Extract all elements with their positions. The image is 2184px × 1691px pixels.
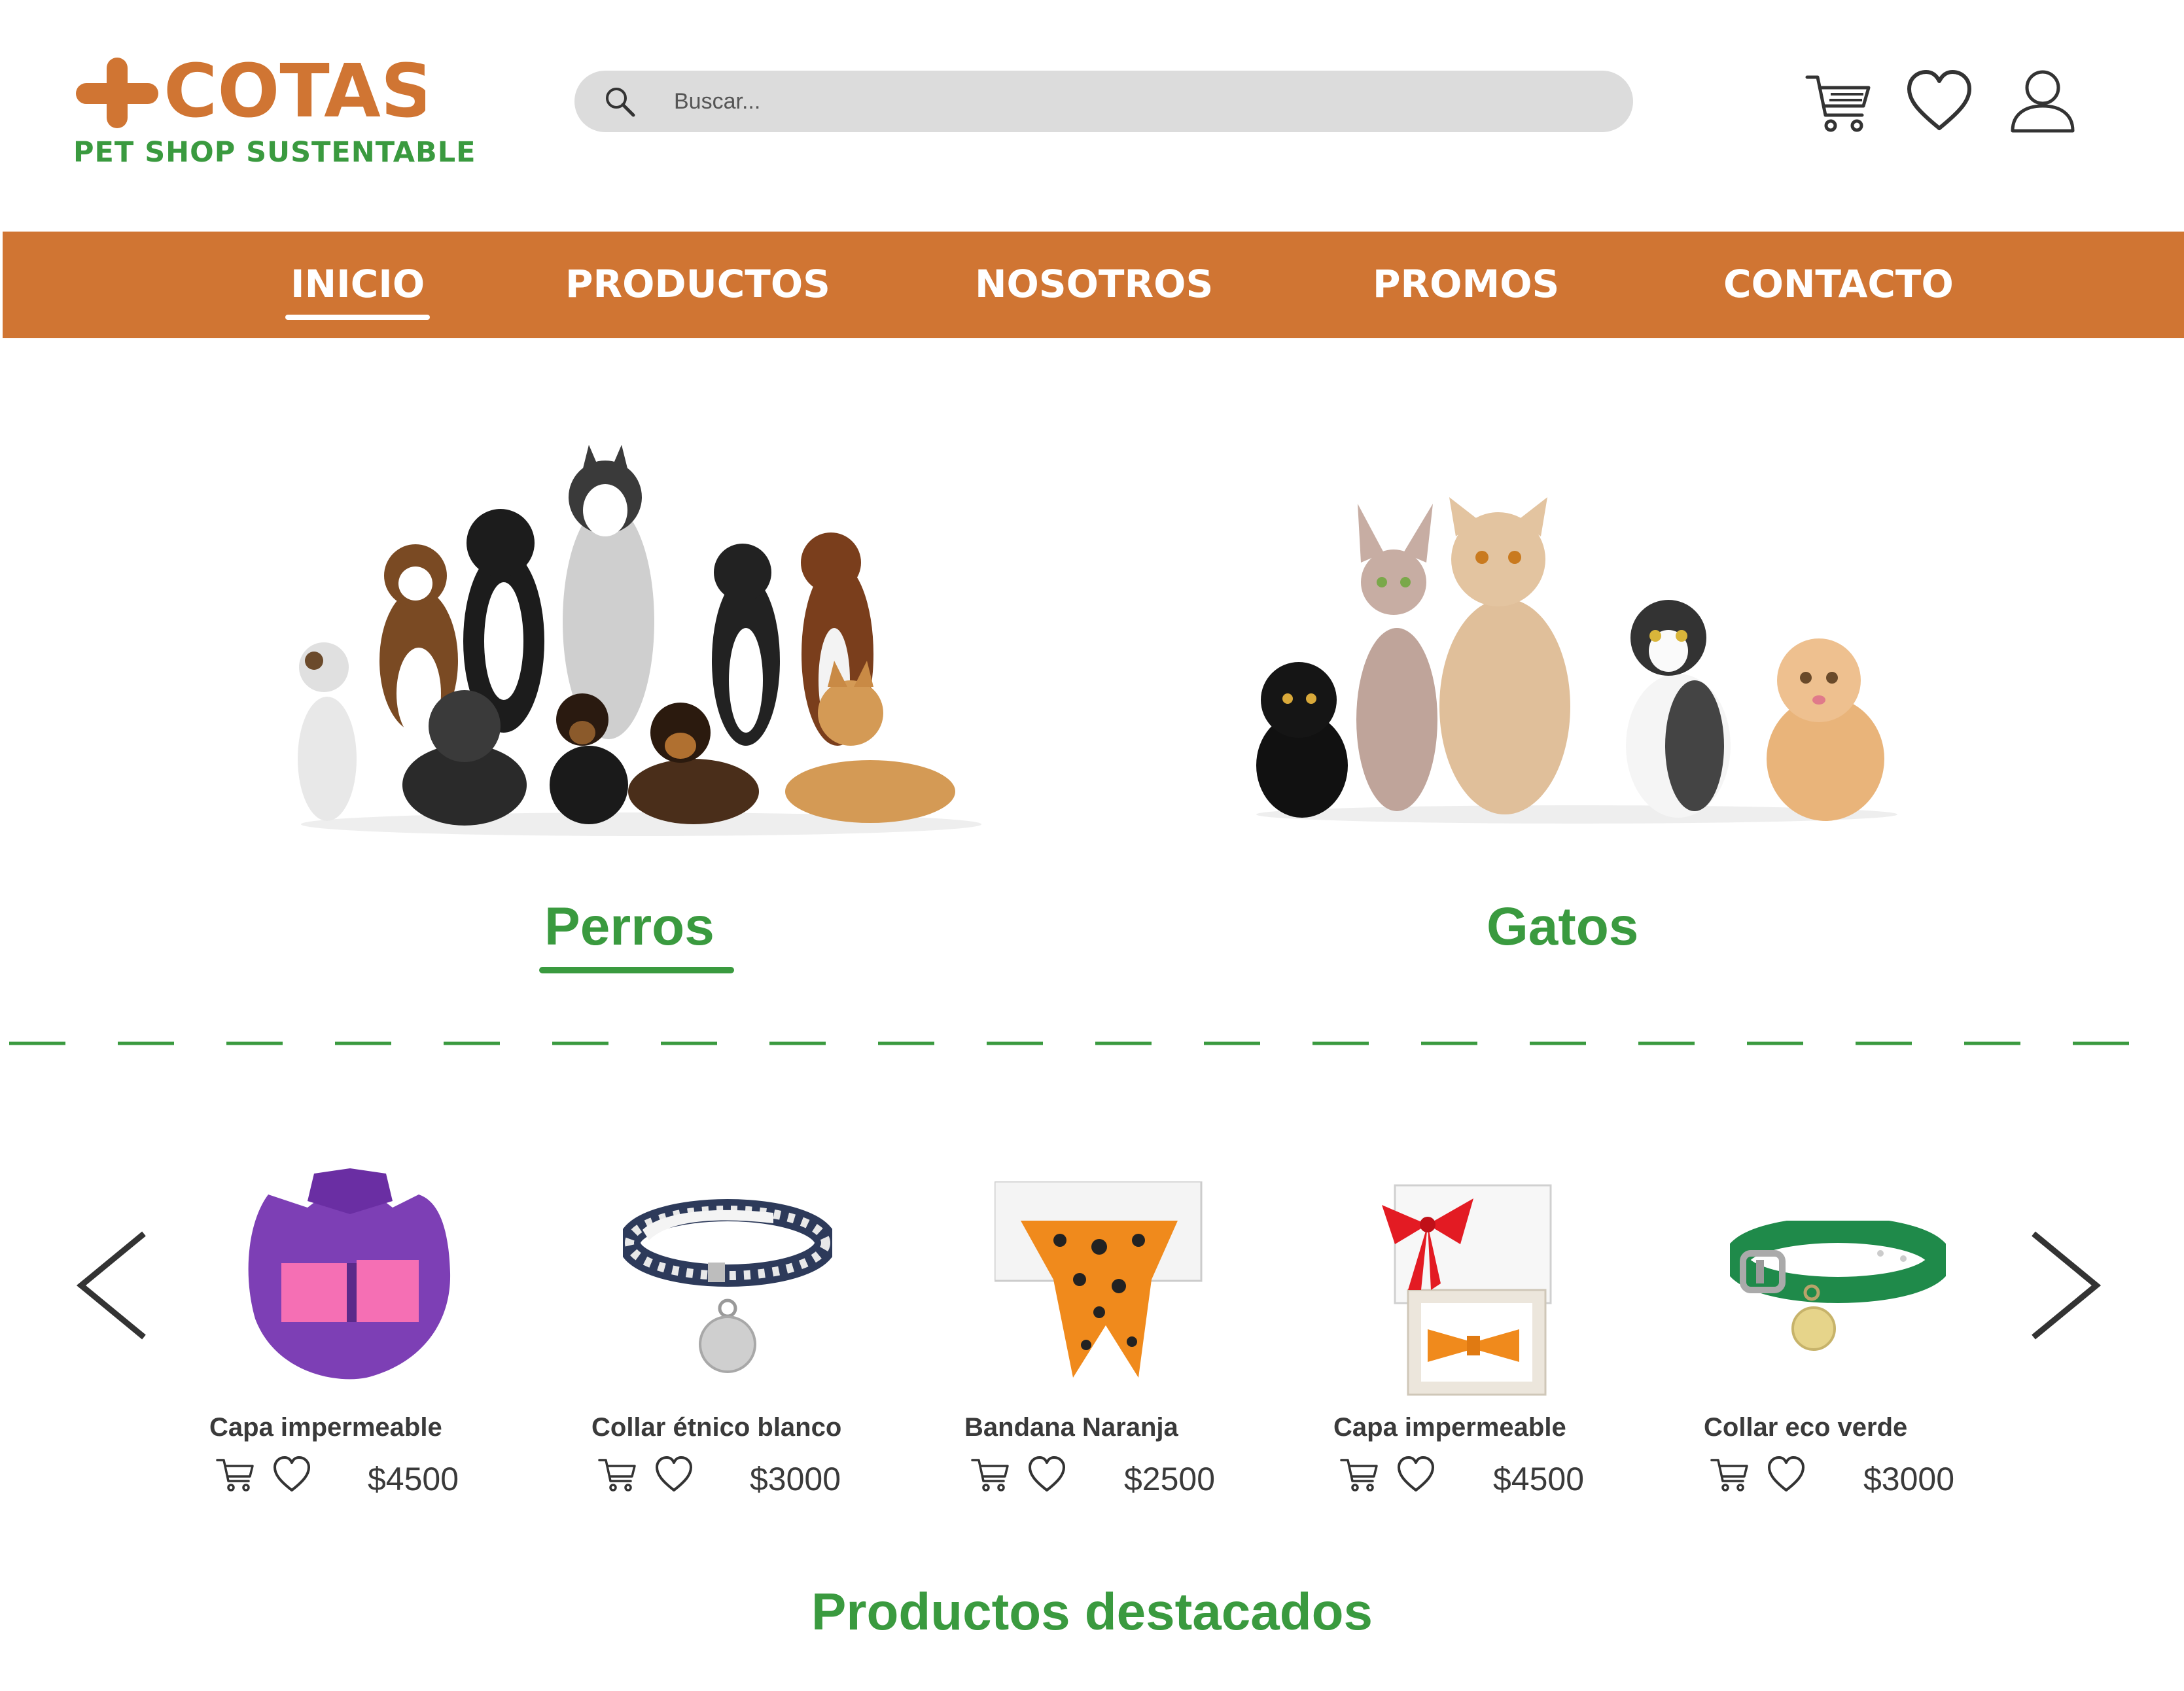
- add-to-favorites-icon[interactable]: [1027, 1455, 1066, 1494]
- plus-icon: [76, 58, 158, 128]
- section-divider: [9, 1041, 2175, 1045]
- main-nav: INICIO PRODUCTOS NOSOTROS PROMOS CONTACT…: [3, 232, 2184, 338]
- search-input[interactable]: [674, 71, 1590, 132]
- cats-group-image[interactable]: [1243, 484, 1911, 824]
- product-price: $2500: [1124, 1461, 1216, 1497]
- product-name[interactable]: Bandana Naranja: [964, 1413, 1178, 1442]
- cart-icon[interactable]: [1805, 68, 1873, 136]
- product-name[interactable]: Collar étnico blanco: [591, 1413, 841, 1442]
- product-image[interactable]: [623, 1197, 832, 1380]
- product-name[interactable]: Collar eco verde: [1704, 1413, 1907, 1442]
- add-to-favorites-icon[interactable]: [654, 1455, 694, 1494]
- heart-icon[interactable]: [1905, 68, 1973, 136]
- category-perros[interactable]: Perros: [544, 896, 714, 958]
- product-price: $3000: [750, 1461, 841, 1497]
- dogs-group-image[interactable]: [275, 445, 1008, 837]
- product-name[interactable]: Capa impermeable: [209, 1413, 442, 1442]
- add-to-favorites-icon[interactable]: [1396, 1455, 1435, 1494]
- add-to-cart-icon[interactable]: [216, 1455, 255, 1494]
- nav-item-promos[interactable]: PROMOS: [1373, 232, 1559, 338]
- logo-wordmark: COTAS: [164, 51, 425, 130]
- product-image[interactable]: [995, 1181, 1204, 1391]
- product-price: $3000: [1863, 1461, 1955, 1497]
- logo-mark: COTAS: [73, 51, 425, 130]
- add-to-cart-icon[interactable]: [1710, 1455, 1750, 1494]
- product-image[interactable]: [242, 1168, 458, 1391]
- product-name[interactable]: Capa impermeable: [1333, 1413, 1566, 1442]
- add-to-cart-icon[interactable]: [1340, 1455, 1379, 1494]
- category-active-underline: [539, 967, 734, 973]
- carousel-next-arrow-icon[interactable]: [2026, 1230, 2104, 1341]
- nav-item-productos[interactable]: PRODUCTOS: [565, 232, 830, 338]
- search-icon[interactable]: [603, 85, 636, 118]
- add-to-cart-icon[interactable]: [598, 1455, 637, 1494]
- add-to-cart-icon[interactable]: [971, 1455, 1010, 1494]
- user-icon[interactable]: [2009, 68, 2077, 136]
- brand-tagline: PET SHOP SUSTENTABLE: [73, 136, 476, 169]
- brand-logo[interactable]: COTAS PET SHOP SUSTENTABLE: [73, 51, 476, 182]
- product-price: $4500: [1493, 1461, 1585, 1497]
- featured-products-title: Productos destacados: [811, 1582, 1373, 1641]
- nav-item-nosotros[interactable]: NOSOTROS: [975, 232, 1213, 338]
- search-bar[interactable]: [574, 71, 1633, 132]
- nav-item-inicio[interactable]: INICIO: [285, 232, 431, 338]
- carousel-prev-arrow-icon[interactable]: [73, 1230, 152, 1341]
- add-to-favorites-icon[interactable]: [272, 1455, 311, 1494]
- product-image[interactable]: [1730, 1221, 1946, 1365]
- add-to-favorites-icon[interactable]: [1767, 1455, 1806, 1494]
- nav-item-contacto[interactable]: CONTACTO: [1723, 232, 1954, 338]
- category-gatos[interactable]: Gatos: [1487, 896, 1638, 958]
- product-image[interactable]: [1369, 1159, 1553, 1397]
- product-price: $4500: [368, 1461, 459, 1497]
- brand-name: COTAS: [164, 51, 425, 130]
